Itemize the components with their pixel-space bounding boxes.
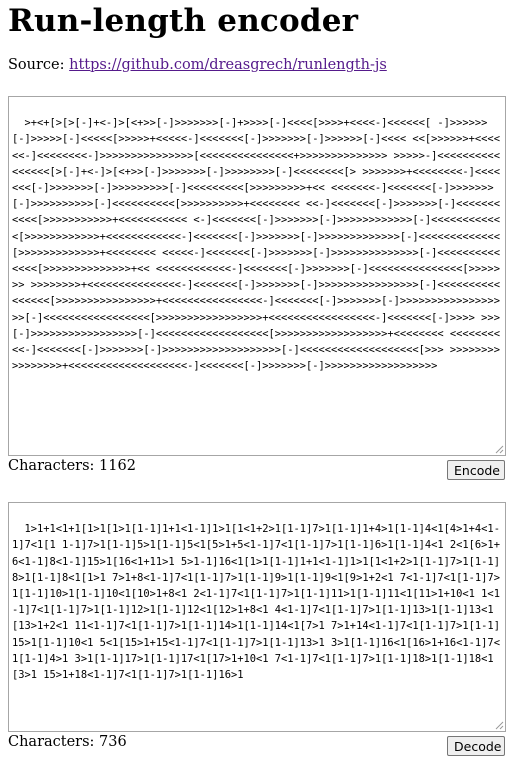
input-character-count: Characters: 1162 [8, 458, 136, 474]
output-textarea[interactable]: 1>1+1<1+1[1>1[1>1[1-1]1+1<1-1]1>1[1<1+2>… [8, 502, 506, 732]
output-character-count: Characters: 736 [8, 734, 127, 750]
input-text: >+<+[>[>[-]+<-]>[<+>>[-]>>>>>>>[-]+>>>>[… [12, 117, 506, 373]
source-label: Source: [8, 57, 70, 73]
resize-grip-icon[interactable] [495, 721, 504, 730]
source-line: Source: https://github.com/dreasgrech/ru… [8, 57, 387, 73]
resize-grip-icon[interactable] [495, 445, 504, 454]
encode-button[interactable]: Encode [447, 460, 505, 480]
decode-button[interactable]: Decode [447, 736, 505, 756]
page-title: Run-length encoder [8, 3, 359, 39]
source-link[interactable]: https://github.com/dreasgrech/runlength-… [69, 57, 387, 73]
output-text: 1>1+1<1+1[1>1[1>1[1-1]1+1<1-1]1>1[1<1+2>… [12, 523, 500, 682]
input-textarea[interactable]: >+<+[>[>[-]+<-]>[<+>>[-]>>>>>>>[-]+>>>>[… [8, 96, 506, 456]
